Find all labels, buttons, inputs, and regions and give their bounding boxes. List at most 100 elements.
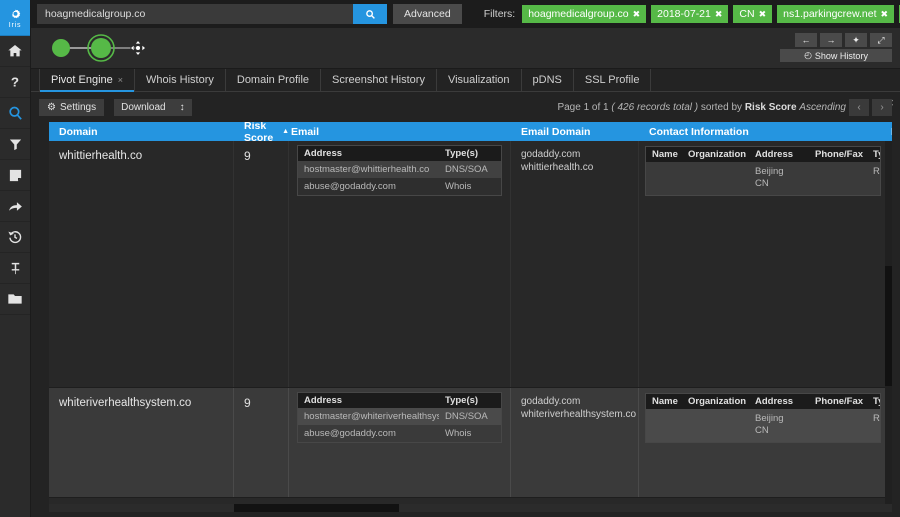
contact-types: Registrant [873,413,880,424]
contact-subtable-header: Name Organization Address Phone/Fax Type… [646,394,880,409]
graph-expand-button[interactable]: ⤢ [870,33,892,47]
column-header-domain[interactable]: Domain [49,126,234,138]
svg-text:?: ? [11,75,19,90]
subcolumn-header-address: Address [755,396,794,407]
settings-button[interactable]: ⚙ Settings [39,98,105,116]
email-subtable-row[interactable]: abuse@godaddy.com Whois [298,178,501,195]
sidebar-item-pin[interactable] [0,253,30,284]
filter-chip-label: CN [739,8,755,20]
email-subtable-row[interactable]: hostmaster@whiteriverhealthsystem.co DNS… [298,408,501,425]
table-vertical-scrollbar-thumb[interactable] [885,266,892,386]
sidebar-item-projects[interactable] [0,284,30,315]
sidebar-item-search[interactable] [0,98,30,129]
show-history-button[interactable]: ◴ Show History [780,49,892,62]
contact-address-line1: Beijing [755,413,784,424]
email-address[interactable]: abuse@godaddy.com [298,181,439,192]
filters-label: Filters: [483,8,516,20]
sidebar-item-filters[interactable] [0,129,30,160]
email-address[interactable]: hostmaster@whittierhealth.co [298,164,439,175]
column-header-contact-information[interactable]: Contact Information [639,126,881,138]
prev-page-button[interactable]: ‹ [849,98,869,116]
email-address[interactable]: hostmaster@whiteriverhealthsystem.co [298,411,439,422]
filter-chip[interactable]: CN ✖ [733,5,773,23]
tab-visualization[interactable]: Visualization [437,69,522,91]
subcolumn-header-types: Type(s) [873,396,880,407]
close-icon[interactable]: ✖ [633,9,641,20]
sidebar-item-notes[interactable] [0,160,30,191]
contact-phone-fax [809,166,867,190]
sidebar-item-home[interactable] [0,36,30,67]
pagination: Page 1 of 1 ( 426 records total ) sorted… [557,98,892,116]
main-area: Advanced Filters: hoagmedicalgroup.co ✖ … [31,0,900,517]
email-types: DNS/SOA [445,411,488,422]
records-total: ( 426 records total ) [611,101,699,113]
search-input[interactable] [37,4,353,24]
sidebar-item-share[interactable] [0,191,30,222]
tab-domain-profile[interactable]: Domain Profile [226,69,322,91]
cell-domain: whiteriverhealthsystem.co [49,388,234,497]
email-types: Whois [445,428,472,439]
filter-chip-label: ns1.parkingcrew.net [783,8,877,20]
sidebar-item-help[interactable]: ? [0,67,30,98]
search-icon [8,106,22,120]
download-select[interactable]: Download ↕ [114,98,192,116]
email-types: Whois [445,181,472,192]
table-row[interactable]: whiteriverhealthsystem.co 9 Address Type… [49,388,892,498]
contact-name [646,166,682,190]
domain-value[interactable]: whittierhealth.co [59,150,142,162]
email-domain-value[interactable]: whittierhealth.co [521,161,638,174]
search-submit-button[interactable] [353,4,387,24]
graph-add-button[interactable]: ✦ [845,33,867,47]
close-icon[interactable]: ✖ [881,9,889,20]
email-subtable-row[interactable]: abuse@godaddy.com Whois [298,425,501,442]
email-address[interactable]: abuse@godaddy.com [298,428,439,439]
email-domain-value[interactable]: whiteriverhealthsystem.co [521,408,638,421]
filters-bar: Filters: hoagmedicalgroup.co ✖ 2018-07-2… [484,5,900,23]
tab-ssl-profile[interactable]: SSL Profile [574,69,652,91]
close-icon[interactable]: × [118,75,123,85]
iris-logo[interactable]: Iris [0,0,30,36]
pivot-graph[interactable] [39,28,169,68]
tab-pdns[interactable]: pDNS [522,69,574,91]
cell-email: Address Type(s) hostmaster@whittierhealt… [289,141,511,387]
close-icon[interactable]: ✖ [715,9,723,20]
close-icon[interactable]: ✖ [759,9,767,20]
tab-pivot-engine[interactable]: Pivot Engine × [39,69,136,92]
graph-forward-button[interactable]: → [820,33,842,47]
email-domain-value[interactable]: godaddy.com [521,148,638,161]
sidebar-item-history[interactable] [0,222,30,253]
sort-field: Risk Score [744,101,797,113]
sort-direction: Ascending [799,101,846,113]
column-header-registrant[interactable]: Registrant [881,126,892,138]
contact-organization [682,166,749,190]
table-horizontal-scrollbar[interactable] [49,504,892,512]
table-horizontal-scrollbar-thumb[interactable] [234,504,399,512]
table-header-row: Domain Risk Score ▲ Email Email Domain C… [49,122,892,144]
filter-chip[interactable]: ns1.parkingcrew.net ✖ [777,5,895,23]
email-domain-value[interactable]: godaddy.com [521,395,638,408]
tab-whois-history[interactable]: Whois History [135,69,226,91]
next-page-button[interactable]: › [872,98,892,116]
table-row[interactable]: whittierhealth.co 9 Address Type(s) host… [49,141,892,388]
folder-icon [8,294,22,304]
contact-subtable-row[interactable]: Beijing CN Registrant [646,162,880,195]
tab-screenshot-history[interactable]: Screenshot History [321,69,437,91]
email-subtable-row[interactable]: hostmaster@whittierhealth.co DNS/SOA [298,161,501,178]
column-header-email[interactable]: Email [289,126,511,138]
filter-chip[interactable]: hoagmedicalgroup.co ✖ [522,5,647,23]
table-vertical-scrollbar[interactable] [885,141,892,504]
graph-node-1[interactable] [52,39,70,57]
graph-node-2[interactable] [91,38,111,58]
domain-value[interactable]: whiteriverhealthsystem.co [59,397,191,409]
column-header-email-domain[interactable]: Email Domain [511,126,639,138]
graph-back-button[interactable]: ← [795,33,817,47]
page-text: Page 1 of 1 [557,101,609,113]
advanced-search-button[interactable]: Advanced [393,4,462,24]
contact-address: Beijing CN [749,166,809,190]
filter-chip[interactable]: 2018-07-21 ✖ [651,5,729,23]
subcolumn-header-types: Type(s) [445,148,479,159]
contact-subtable-row[interactable]: Beijing CN Registrant [646,409,880,442]
subcolumn-header-organization: Organization [688,396,747,407]
subcolumn-header-address: Address [755,149,794,160]
cell-email-domain: godaddy.com whittierhealth.co [511,141,639,387]
